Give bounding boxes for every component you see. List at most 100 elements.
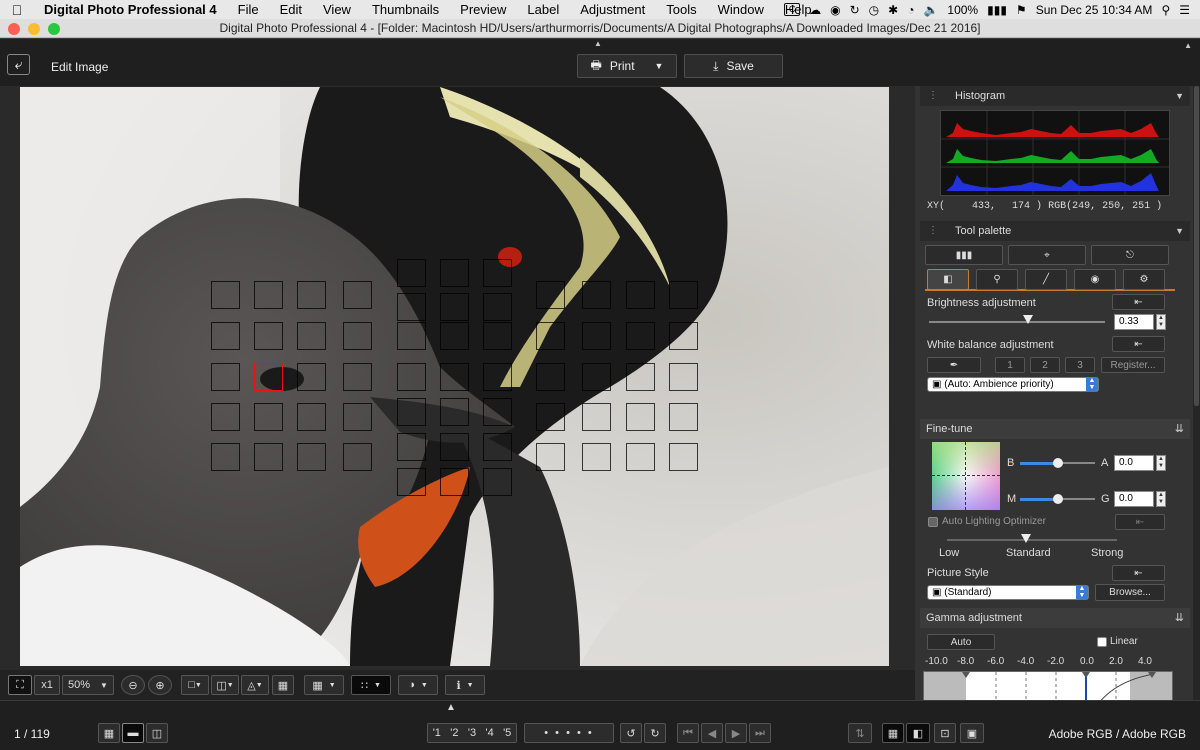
- menubar-clock[interactable]: Sun Dec 25 10:34 AM: [1036, 3, 1153, 17]
- g-value-stepper[interactable]: ▲ ▼: [1156, 491, 1166, 507]
- tab-color[interactable]: ◉: [1074, 269, 1116, 290]
- rating-1-button[interactable]: '1: [433, 727, 441, 739]
- rotate-left-button[interactable]: ↺: [620, 723, 642, 743]
- previous-image-button[interactable]: ◀: [701, 723, 723, 743]
- browse-button[interactable]: Browse...: [1095, 584, 1165, 601]
- notification-center-icon[interactable]: ☰: [1179, 3, 1190, 17]
- menu-window[interactable]: Window: [707, 2, 774, 17]
- alo-checkbox[interactable]: [928, 517, 938, 527]
- menu-thumbnails[interactable]: Thumbnails: [361, 2, 449, 17]
- single-view-button[interactable]: □ ▼: [181, 675, 209, 695]
- a-value-stepper[interactable]: ▲ ▼: [1156, 455, 1166, 471]
- tool-basic-adjust-button[interactable]: ▮▮▮: [925, 245, 1003, 265]
- collapse-triangle-icon[interactable]: ▼: [1175, 86, 1184, 106]
- rotate-right-button[interactable]: ↻: [644, 723, 666, 743]
- alo-reset-button[interactable]: ⇤: [1115, 514, 1165, 530]
- view-mode-1-button[interactable]: ▦: [882, 723, 904, 743]
- thumbnail-grid-view-button[interactable]: ▦: [98, 723, 120, 743]
- picture-style-reset-button[interactable]: ⇤: [1112, 565, 1165, 581]
- zoom-window-button[interactable]: [48, 23, 60, 35]
- image-viewer[interactable]: [0, 86, 915, 670]
- rating-5-button[interactable]: '5: [503, 727, 511, 739]
- picture-style-select[interactable]: ▣ (Standard) ▲ ▼: [927, 585, 1089, 600]
- double-chevron-down-icon[interactable]: ⇊: [1175, 419, 1184, 439]
- double-chevron-down-icon[interactable]: ⇊: [1175, 608, 1184, 628]
- af-point-display-button[interactable]: ∷ ▼: [351, 675, 391, 695]
- rating-4-button[interactable]: '4: [485, 727, 493, 739]
- status-app-icon[interactable]: C: [784, 3, 801, 16]
- collapse-triangle-icon[interactable]: ▼: [1175, 221, 1184, 241]
- notification-icon[interactable]: ◉: [830, 3, 840, 17]
- filmstrip-toggle-icon[interactable]: ▲: [446, 702, 456, 713]
- back-button[interactable]: ⤶: [7, 54, 30, 75]
- tool-stamp-button[interactable]: ⎋: [1091, 245, 1169, 265]
- white-balance-reset-button[interactable]: ⇤: [1112, 336, 1165, 352]
- brightness-slider[interactable]: [929, 321, 1105, 323]
- menu-edit[interactable]: Edit: [269, 2, 312, 17]
- collapse-toolbar-icon[interactable]: ▲: [594, 39, 602, 48]
- tool-crop-button[interactable]: ⌖: [1008, 245, 1086, 265]
- tab-basic[interactable]: ◧: [927, 269, 969, 290]
- menu-file[interactable]: File: [227, 2, 269, 17]
- linear-checkbox[interactable]: [1097, 637, 1107, 647]
- tab-detail[interactable]: ⚲: [976, 269, 1018, 290]
- filmstrip-side-view-button[interactable]: ◫: [146, 723, 168, 743]
- white-balance-select[interactable]: ▣ (Auto: Ambience priority) ▲ ▼: [927, 377, 1099, 392]
- camera-capture-button[interactable]: ▣: [960, 723, 984, 743]
- brightness-reset-button[interactable]: ⇤: [1112, 294, 1165, 310]
- brightness-slider-thumb[interactable]: [1023, 315, 1033, 324]
- scrollbar-thumb[interactable]: [1194, 86, 1199, 406]
- tab-settings[interactable]: ⚙: [1123, 269, 1165, 290]
- print-button[interactable]: 🖶 Print ▼: [577, 54, 677, 78]
- wb-preset-1-button[interactable]: 1: [995, 357, 1025, 373]
- menu-preview[interactable]: Preview: [449, 2, 516, 17]
- next-image-button[interactable]: ▶: [725, 723, 747, 743]
- view-mode-3-button[interactable]: ⊡: [934, 723, 956, 743]
- wb-register-button[interactable]: Register...: [1101, 357, 1165, 373]
- menu-app-name[interactable]: Digital Photo Professional 4: [34, 2, 227, 17]
- battery-percent[interactable]: 100%: [947, 3, 978, 17]
- apple-menu-icon[interactable]: : [0, 2, 34, 18]
- highlight-warning-button[interactable]: ◑ ▼: [398, 675, 438, 695]
- alo-slider[interactable]: [947, 539, 1117, 541]
- mg-slider-thumb[interactable]: [1053, 494, 1063, 504]
- save-button[interactable]: ⤓ Save: [684, 54, 783, 78]
- gamma-header[interactable]: Gamma adjustment ⇊: [920, 608, 1190, 628]
- wb-preset-2-button[interactable]: 2: [1030, 357, 1060, 373]
- view-mode-2-button[interactable]: ◧: [906, 723, 930, 743]
- expand-icon[interactable]: ▲: [1184, 41, 1192, 50]
- zoom-in-button[interactable]: ⊕: [148, 675, 172, 695]
- chevron-down-icon[interactable]: ▼: [655, 61, 664, 71]
- rating-3-button[interactable]: '3: [468, 727, 476, 739]
- brightness-value-input[interactable]: 0.33: [1114, 314, 1154, 330]
- alo-slider-thumb[interactable]: [1021, 534, 1031, 543]
- menu-adjustment[interactable]: Adjustment: [569, 2, 655, 17]
- info-display-button[interactable]: ℹ ▼: [445, 675, 485, 695]
- eyedropper-button[interactable]: ✒: [927, 357, 981, 373]
- menu-view[interactable]: View: [312, 2, 361, 17]
- ba-slider-thumb[interactable]: [1053, 458, 1063, 468]
- menu-label[interactable]: Label: [516, 2, 569, 17]
- last-image-button[interactable]: ⏭: [749, 723, 771, 743]
- color-grid[interactable]: [932, 442, 1000, 510]
- creative-cloud-icon[interactable]: ☁: [809, 3, 821, 17]
- histogram-header[interactable]: ⋮ Histogram ▼: [920, 86, 1190, 106]
- text-size-button[interactable]: ⇅: [848, 723, 872, 743]
- spotlight-search-icon[interactable]: ⚲: [1161, 3, 1170, 17]
- fit-to-window-button[interactable]: ⛶: [8, 675, 32, 695]
- wifi-icon[interactable]: ◔: [907, 3, 914, 17]
- compare-horizontal-button[interactable]: ◫ ▼: [211, 675, 239, 695]
- first-image-button[interactable]: ⏮: [677, 723, 699, 743]
- tool-palette-header[interactable]: ⋮ Tool palette ▼: [920, 221, 1190, 241]
- zoom-level-select[interactable]: 50% ▼: [62, 675, 114, 695]
- volume-icon[interactable]: 🔈: [923, 3, 938, 17]
- clock-status-icon[interactable]: ◷: [869, 3, 879, 17]
- filmstrip-bottom-view-button[interactable]: ▬: [122, 723, 144, 743]
- actual-size-button[interactable]: x1: [34, 675, 60, 695]
- gamma-auto-button[interactable]: Auto: [927, 634, 995, 650]
- sync-icon[interactable]: ↻: [850, 3, 860, 17]
- wb-preset-3-button[interactable]: 3: [1065, 357, 1095, 373]
- photo-preview[interactable]: [20, 87, 889, 666]
- panel-scrollbar[interactable]: [1193, 86, 1200, 720]
- minimize-window-button[interactable]: [28, 23, 40, 35]
